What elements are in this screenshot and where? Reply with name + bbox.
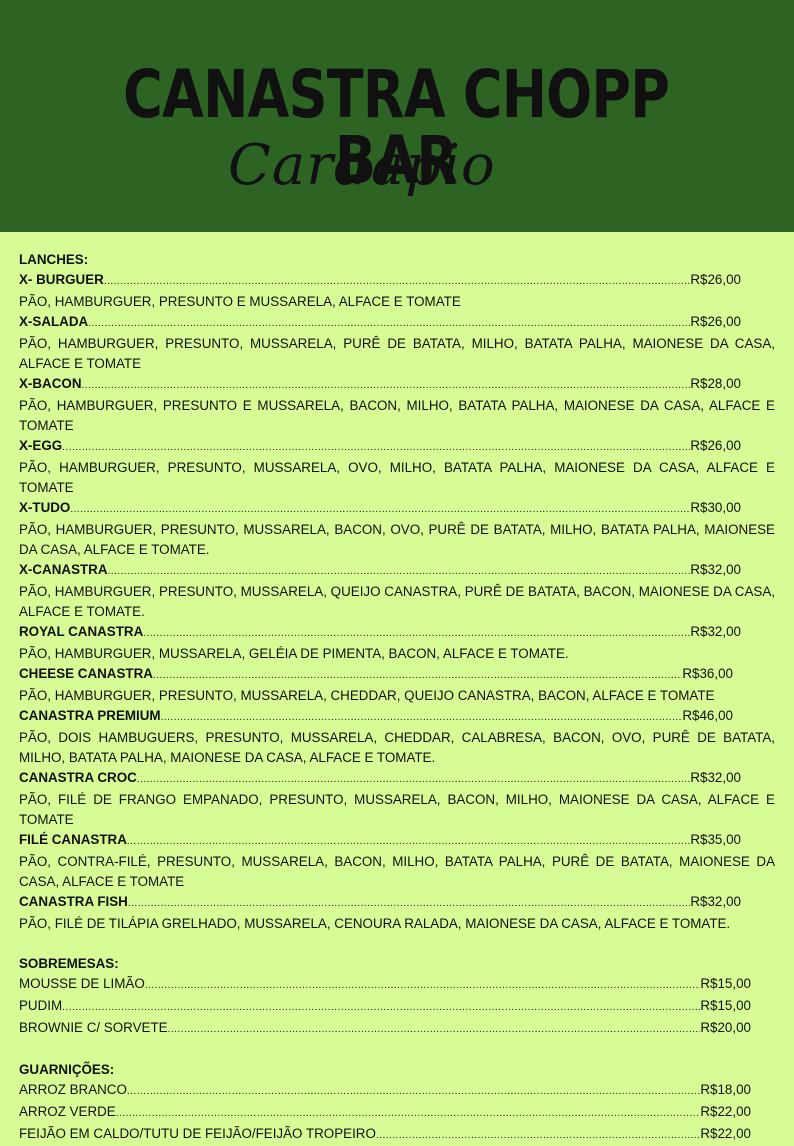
item-price: R$18,00 (700, 1082, 751, 1097)
item-name: MOUSSE DE LIMÃO (19, 976, 145, 991)
dot-leader (127, 832, 690, 852)
item-price: R$26,00 (690, 272, 741, 287)
item-name: X-CANASTRA (19, 562, 108, 577)
dot-leader (168, 1020, 701, 1040)
item-name: X-TUDO (19, 500, 71, 515)
dot-leader (108, 562, 691, 582)
menu-item: FILÉ CANASTRA R$35,00 PÃO, CONTRA-FILÉ, P… (19, 830, 775, 892)
item-name: ROYAL CANASTRA (19, 624, 144, 639)
dot-leader (145, 976, 701, 996)
menu-item: CANASTRA FISH R$32,00 PÃO, FILÉ DE TILÁPI… (19, 892, 775, 934)
item-name: CANASTRA CROC (19, 770, 137, 785)
item-price: R$22,00 (700, 1126, 751, 1141)
menu-item: FEIJÃO EM CALDO/TUTU DE FEIJÃO/FEIJÃO TR… (19, 1124, 751, 1146)
item-name: CANASTRA PREMIUM (19, 708, 161, 723)
item-description: PÃO, FILÉ DE TILÁPIA GRELHADO, MUSSARELA… (19, 916, 731, 931)
menu-item: MOUSSE DE LIMÃO R$15,00 (19, 974, 751, 996)
item-price: R$28,00 (690, 376, 741, 391)
torn-paper-edge (0, 200, 794, 222)
item-description: PÃO, HAMBURGUER, PRESUNTO, MUSSARELA, BA… (19, 522, 775, 557)
dot-leader (127, 1082, 700, 1102)
dot-leader (88, 314, 690, 334)
item-price: R$35,00 (690, 832, 741, 847)
item-name: X- BURGUER (19, 272, 104, 287)
menu-item: ARROZ BRANCO R$18,00 (19, 1080, 751, 1102)
menu-item: X-EGG R$26,00 PÃO, HAMBURGUER, PRESUNTO, … (19, 436, 775, 498)
item-name: CHEESE CANASTRA (19, 666, 153, 681)
menu-item: PUDIM R$15,00 (19, 996, 751, 1018)
menu-item: X-SALADA R$26,00 PÃO, HAMBURGUER, PRESUNT… (19, 312, 775, 374)
item-price: R$32,00 (690, 562, 741, 577)
item-price: R$15,00 (700, 998, 751, 1013)
section-title-guarnicoes: GUARNIÇÕES: (19, 1062, 115, 1077)
item-description: PÃO, HAMBURGUER, MUSSARELA, GELÉIA DE PI… (19, 646, 569, 661)
item-description: PÃO, HAMBURGUER, PRESUNTO, MUSSARELA, CH… (19, 688, 715, 703)
item-price: R$15,00 (700, 976, 751, 991)
menu-item: CHEESE CANASTRA R$36,00 PÃO, HAMBURGUER, … (19, 664, 775, 706)
item-name: FEIJÃO EM CALDO/TUTU DE FEIJÃO/FEIJÃO TR… (19, 1126, 376, 1141)
item-name: FILÉ CANASTRA (19, 832, 127, 847)
item-name: BROWNIE C/ SORVETE (19, 1020, 168, 1035)
dot-leader (376, 1126, 700, 1146)
item-price: R$26,00 (690, 314, 741, 329)
item-price: R$30,00 (690, 500, 741, 515)
item-name: CANASTRA FISH (19, 894, 128, 909)
item-price: R$36,00 (682, 666, 733, 681)
section-title-sobremesas: SOBREMESAS: (19, 956, 119, 971)
item-description: PÃO, CONTRA-FILÉ, PRESUNTO, MUSSARELA, B… (19, 854, 775, 889)
dot-leader (82, 376, 691, 396)
menu-item: X-CANASTRA R$32,00 PÃO, HAMBURGUER, PRESU… (19, 560, 775, 622)
item-name: ARROZ VERDE (19, 1104, 116, 1119)
item-description: PÃO, HAMBURGUER, PRESUNTO E MUSSARELA, A… (19, 294, 461, 309)
item-price: R$20,00 (700, 1020, 751, 1035)
dot-leader (143, 624, 690, 644)
item-name: X-EGG (19, 438, 63, 453)
dot-leader (128, 894, 691, 914)
menu-item: CANASTRA PREMIUM R$46,00 PÃO, DOIS HAMBUG… (19, 706, 775, 768)
item-name: ARROZ BRANCO (19, 1082, 127, 1097)
dot-leader (116, 1104, 701, 1124)
item-description: PÃO, FILÉ DE FRANGO EMPANADO, PRESUNTO, … (19, 792, 775, 827)
item-description: PÃO, DOIS HAMBUGUERS, PRESUNTO, MUSSAREL… (19, 730, 775, 765)
menu-item: ROYAL CANASTRA R$32,00 PÃO, HAMBURGUER, M… (19, 622, 775, 664)
item-price: R$26,00 (690, 438, 741, 453)
item-price: R$22,00 (700, 1104, 751, 1119)
menu-item: X-TUDO R$30,00 PÃO, HAMBURGUER, PRESUNTO,… (19, 498, 775, 560)
menu-content: LANCHES: X- BURGUER R$26,00 PÃO, HAMBURGU… (19, 250, 775, 1146)
dot-leader (62, 998, 700, 1018)
item-price: R$32,00 (690, 624, 741, 639)
section-title-lanches: LANCHES: (19, 252, 89, 267)
menu-item: ARROZ VERDE R$22,00 (19, 1102, 751, 1124)
dot-leader (62, 438, 690, 458)
dot-leader (70, 500, 690, 520)
menu-item: X-BACON R$28,00 PÃO, HAMBURGUER, PRESUNTO… (19, 374, 775, 436)
item-price: R$46,00 (682, 708, 733, 723)
item-price: R$32,00 (690, 770, 741, 785)
menu-item: X- BURGUER R$26,00 PÃO, HAMBURGUER, PRESU… (19, 270, 775, 312)
item-description: PÃO, HAMBURGUER, PRESUNTO, MUSSARELA, OV… (19, 460, 775, 495)
item-description: PÃO, HAMBURGUER, PRESUNTO, MUSSARELA, PU… (19, 336, 775, 371)
dot-leader (137, 770, 691, 790)
page-subtitle: Cardápio (228, 133, 496, 198)
menu-item: CANASTRA CROC R$32,00 PÃO, FILÉ DE FRANGO… (19, 768, 775, 830)
item-description: PÃO, HAMBURGUER, PRESUNTO, MUSSARELA, QU… (19, 584, 775, 619)
dot-leader (104, 272, 691, 292)
item-name: X-BACON (19, 376, 82, 391)
dot-leader (153, 666, 682, 686)
dot-leader (161, 708, 683, 728)
item-description: PÃO, HAMBURGUER, PRESUNTO E MUSSARELA, B… (19, 398, 775, 433)
item-name: PUDIM (19, 998, 63, 1013)
item-price: R$32,00 (690, 894, 741, 909)
menu-item: BROWNIE C/ SORVETE R$20,00 (19, 1018, 751, 1040)
item-name: X-SALADA (19, 314, 89, 329)
